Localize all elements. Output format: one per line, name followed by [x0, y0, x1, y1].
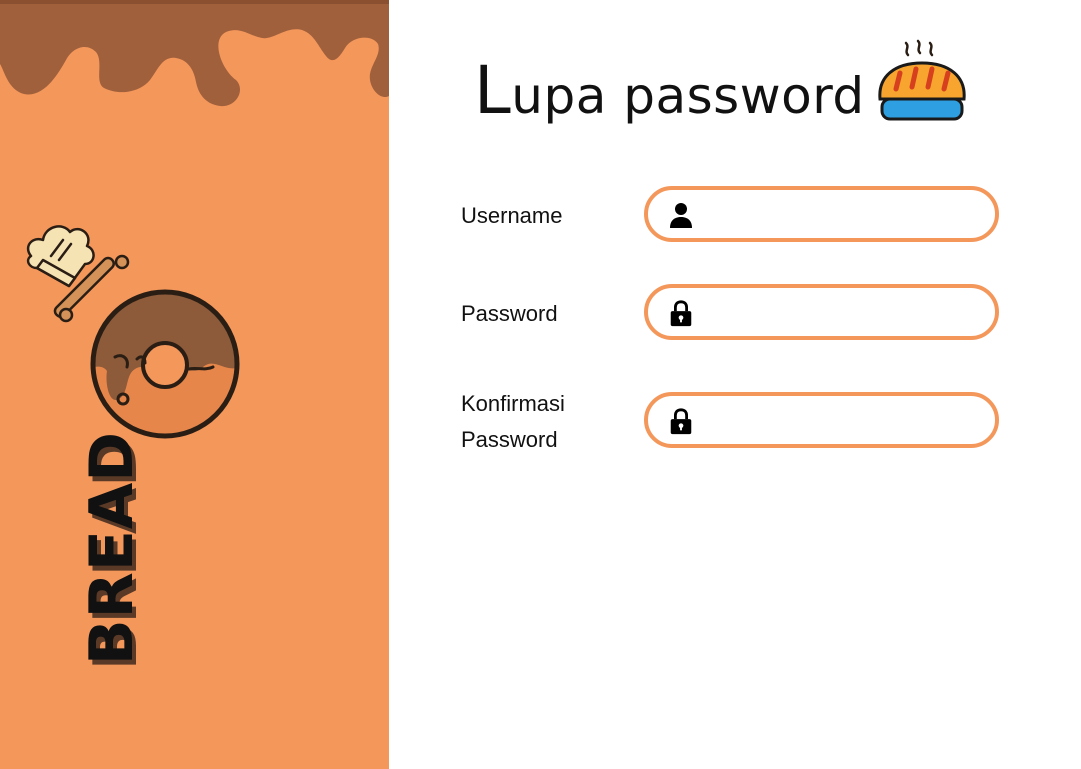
- page-title-rest: upa password: [511, 66, 865, 125]
- username-input[interactable]: [710, 196, 984, 234]
- brand-panel: BREAD: [0, 0, 389, 769]
- confirm-password-label-line2: Password: [461, 427, 558, 452]
- username-field[interactable]: [644, 186, 999, 242]
- bread-loaf-icon: [878, 39, 966, 121]
- donut-icon: [90, 289, 240, 439]
- username-label: Username: [461, 203, 563, 228]
- page-title: Lupa password: [474, 51, 865, 129]
- chocolate-drip-icon: [0, 0, 389, 107]
- password-label: Password: [461, 301, 558, 326]
- page-title-initial: L: [474, 51, 512, 129]
- password-input[interactable]: [710, 294, 984, 332]
- brand-name: BREAD: [77, 430, 147, 666]
- lock-icon: [670, 408, 692, 435]
- confirm-password-field[interactable]: [644, 392, 999, 448]
- lock-icon: [670, 300, 692, 327]
- password-field[interactable]: [644, 284, 999, 340]
- confirm-password-input[interactable]: [710, 402, 984, 440]
- user-icon: [670, 203, 692, 228]
- confirm-password-label: Konfirmasi Password: [461, 386, 565, 458]
- confirm-password-label-line1: Konfirmasi: [461, 391, 565, 416]
